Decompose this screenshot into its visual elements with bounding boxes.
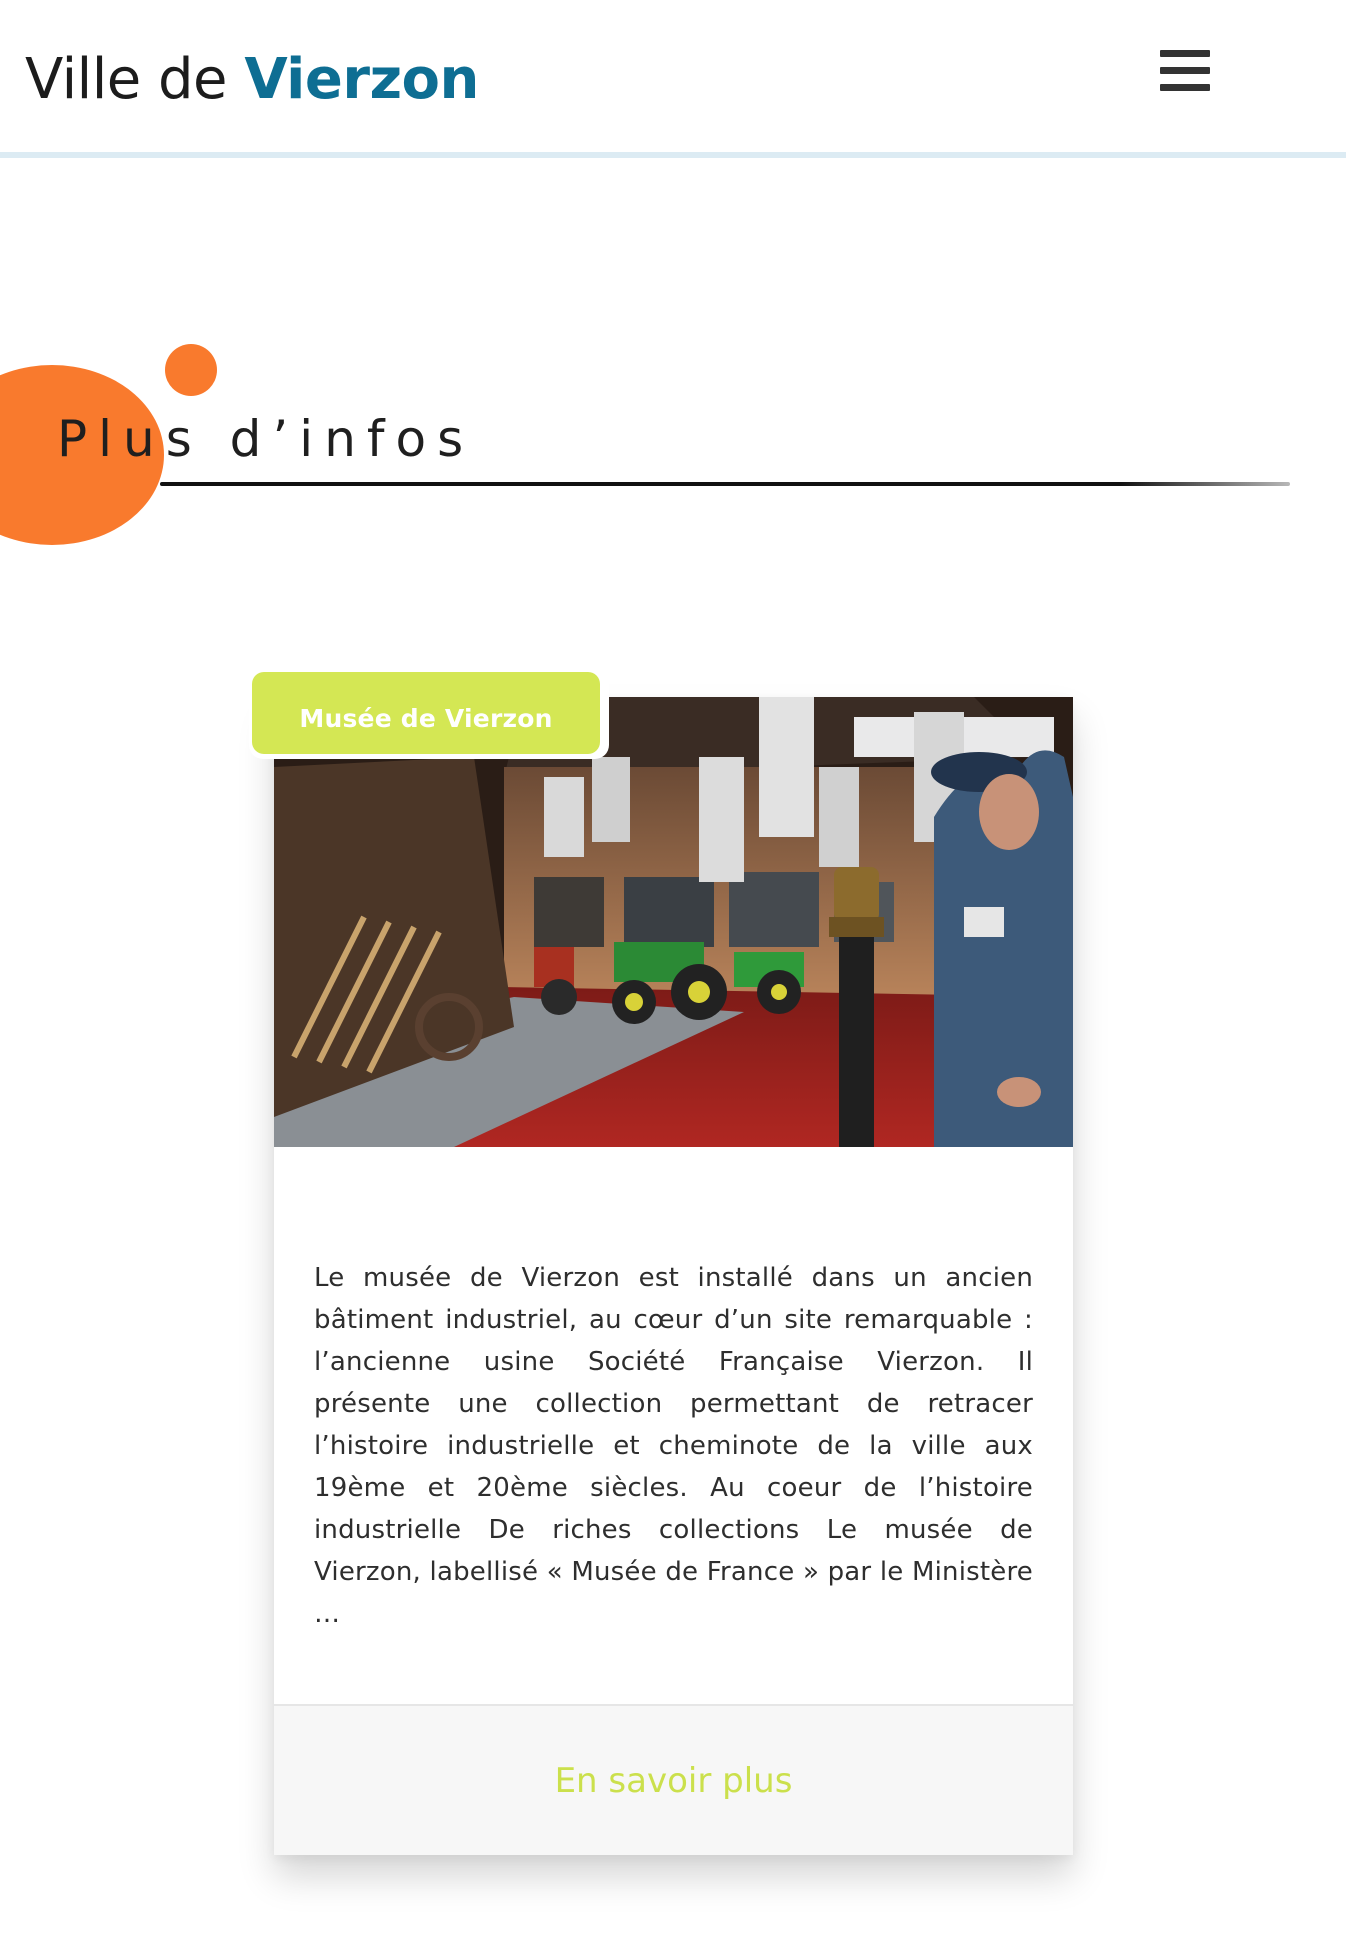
menu-bar — [1160, 50, 1210, 57]
site-title[interactable]: Ville de Vierzon — [25, 42, 479, 118]
menu-bar — [1160, 67, 1210, 74]
museum-photo[interactable] — [274, 697, 1073, 1147]
site-title-prefix: Ville de — [25, 47, 245, 112]
info-card: Le musée de Vierzon est installé dans un… — [274, 697, 1073, 1855]
card-footer: En savoir plus — [274, 1704, 1073, 1855]
menu-bar — [1160, 84, 1210, 91]
section-title: Plus d’infos — [57, 410, 475, 468]
card-description: Le musée de Vierzon est installé dans un… — [314, 1263, 1033, 1629]
section-divider — [160, 482, 1290, 486]
read-more-link[interactable]: En savoir plus — [274, 1706, 1073, 1855]
site-header: Ville de Vierzon — [0, 0, 1346, 158]
decorative-orange-dot — [165, 344, 217, 396]
hamburger-menu-icon[interactable] — [1160, 50, 1216, 100]
site-title-brand: Vierzon — [244, 47, 479, 112]
museum-interior-illustration — [274, 697, 1073, 1147]
card-category-tag[interactable]: Musée de Vierzon — [252, 672, 600, 754]
